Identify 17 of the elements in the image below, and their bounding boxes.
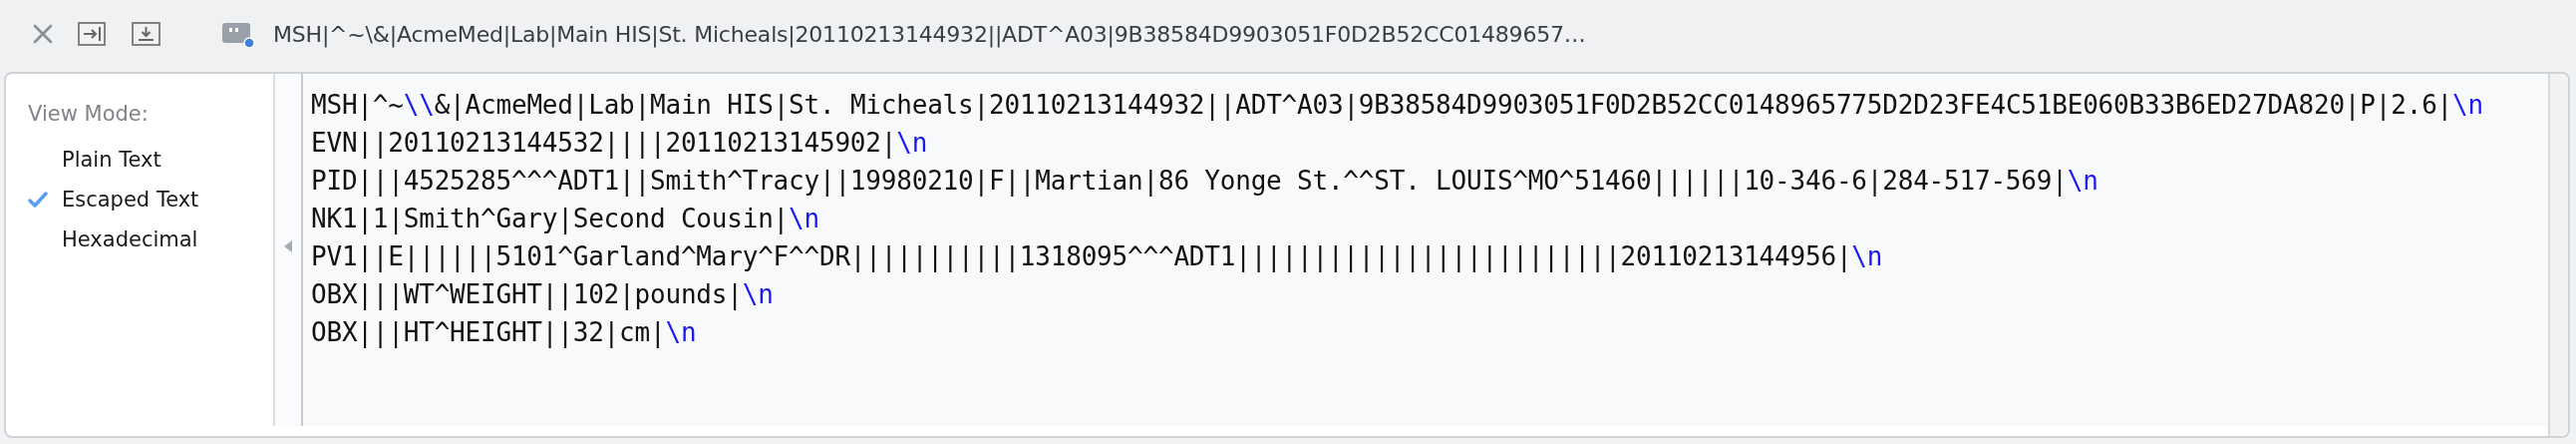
arrow-into-box-icon [78,21,108,47]
code-line: EVN||20110213144532||||20110213145902|\n [311,127,929,161]
code-line: PID|||4525285^^^ADT1||Smith^Tracy||19980210|F||Martian|86 Yonge St.^^ST. LOUIS^MO^51460||||||10-346-6|284-517-569|\n [311,165,2099,199]
code-line: NK1|1|Smith^Gary|Second Cousin|\n [311,203,820,236]
close-icon [32,23,54,45]
code-line: OBX|||WT^WEIGHT||102|pounds|\n [311,278,775,312]
view-mode-option[interactable]: Hexadecimal [62,227,198,251]
download-icon [132,21,161,47]
view-mode-option[interactable]: Escaped Text [62,188,199,212]
view-mode-label: View Mode: [28,102,150,126]
message-title: MSH|^~\&|AcmeMed|Lab|Main HIS|St. Micheals|20110213144932||ADT^A03|9B38584D9903051F0D2B52CC01489657… [273,21,1586,47]
code-line: OBX|||HT^HEIGHT||32|cm|\n [311,316,698,350]
collapse-arrow-icon[interactable] [283,239,293,253]
code-line: MSH|^~\\&|AcmeMed|Lab|Main HIS|St. Micheals|20110213144932||ADT^A03|9B38584D9903051F0D2B52CC0148965775D2D23FE4C51BE060B33B6ED27DA820|P|2.6|\n [311,89,2484,123]
code-line: PV1||E||||||5101^Garland^Mary^F^^DR|||||||||||1318095^^^ADT1|||||||||||||||||||||||||20110213144956|\n [311,240,1884,274]
view-mode-option[interactable]: Plain Text [62,148,161,172]
scrollbar[interactable] [2548,74,2568,436]
